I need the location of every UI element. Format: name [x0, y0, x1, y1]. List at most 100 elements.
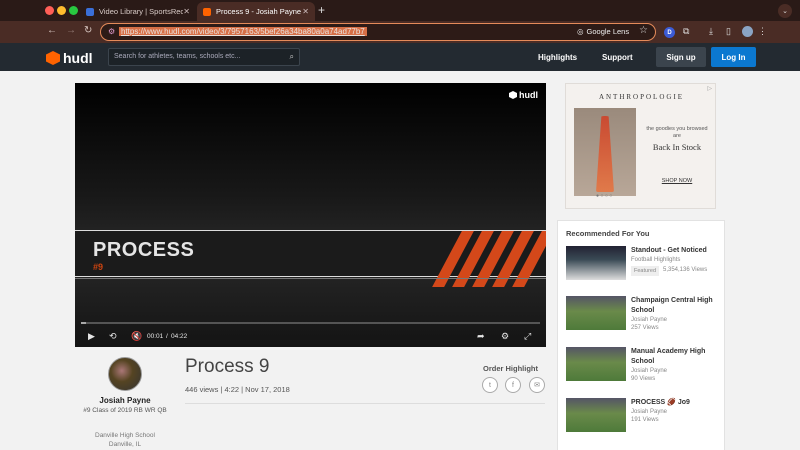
maximize-window-button[interactable]	[69, 6, 78, 15]
reload-icon[interactable]: ↻	[84, 25, 92, 36]
duration: 04:22	[171, 333, 188, 340]
extensions-puzzle-icon[interactable]: ⧉	[683, 26, 689, 37]
athlete-avatar[interactable]	[108, 357, 142, 391]
recommended-item-title[interactable]: Champaign Central High School	[631, 296, 724, 316]
ad-shop-now-link[interactable]: SHOP NOW	[642, 178, 712, 184]
sign-up-button[interactable]: Sign up	[656, 47, 706, 67]
sportsrecruits-favicon-icon	[86, 7, 94, 16]
settings-gear-icon[interactable]: ⚙	[501, 331, 509, 342]
ad-copy: the goodies you browsed are	[646, 126, 708, 139]
recommended-item-views: 5,354,136 Views	[663, 267, 708, 273]
tab-video-library[interactable]: Video Library | SportsRecruits ✕	[80, 2, 196, 21]
bookmark-star-icon[interactable]: ☆	[639, 25, 648, 36]
video-player[interactable]: hudl PROCESS #9 ▶ ⟲ 🔇 00:01 / 04:22 ➦ ⚙ …	[75, 83, 546, 347]
browser-menu-icon[interactable]: ⋮	[758, 26, 767, 37]
ad-brand: ANTHROPOLOGIE	[598, 93, 685, 101]
recommended-item-title[interactable]: Standout - Get Noticed	[631, 246, 724, 256]
hudl-logo-icon	[46, 51, 60, 65]
video-watermark: hudl	[509, 90, 538, 100]
close-window-button[interactable]	[45, 6, 54, 15]
current-time: 00:01	[147, 333, 164, 340]
browser-tab-bar: Video Library | SportsRecruits ✕ Process…	[0, 0, 800, 21]
ad-choices-icon[interactable]: ▷	[707, 85, 712, 92]
nav-support[interactable]: Support	[602, 53, 633, 62]
recommended-item-title[interactable]: Manual Academy High School	[631, 347, 724, 367]
hudl-favicon-icon	[203, 7, 211, 16]
recommended-thumbnail[interactable]	[566, 296, 626, 330]
site-info-icon[interactable]: ⚙	[108, 27, 115, 36]
back-arrow-icon[interactable]: ←	[47, 25, 57, 36]
replay-loop-icon[interactable]: ⟲	[109, 331, 117, 342]
tab-process-9[interactable]: Process 9 - Josiah Payne hig ✕	[197, 2, 315, 21]
log-in-button[interactable]: Log In	[711, 47, 756, 67]
download-icon[interactable]: ⤓	[709, 26, 713, 37]
mute-icon[interactable]: 🔇	[131, 331, 142, 342]
google-lens-button[interactable]: ◎ Google Lens	[577, 27, 629, 36]
recommended-item-subtitle: Josiah Payne	[631, 317, 668, 323]
recommended-item-subtitle: Josiah Payne	[631, 368, 668, 374]
recommended-thumbnail[interactable]	[566, 347, 626, 381]
search-input[interactable]: Search for athletes, teams, schools etc.…	[108, 48, 300, 66]
athlete-name[interactable]: Josiah Payne	[75, 396, 175, 405]
hudl-watermark-icon	[509, 91, 517, 99]
hudl-header: hudl Search for athletes, teams, schools…	[0, 43, 800, 71]
new-tab-icon[interactable]: +	[318, 3, 325, 17]
school-location: Danville, IL	[108, 441, 142, 448]
tab-search-chevron-icon[interactable]: ⌄	[778, 4, 792, 18]
ad-headline: Back In Stock	[652, 142, 702, 152]
video-progress-bar[interactable]	[81, 322, 540, 324]
profile-avatar[interactable]	[742, 26, 753, 37]
browser-toolbar: ← → ↻ ⚙ https://www.hudl.com/video/3/795…	[0, 21, 800, 43]
search-placeholder: Search for athletes, teams, schools etc.…	[114, 53, 241, 60]
side-panel-icon[interactable]: ▯	[726, 26, 731, 37]
banner-title: PROCESS	[93, 239, 195, 261]
fullscreen-icon[interactable]: ⤢	[524, 331, 531, 342]
address-bar[interactable]: ⚙ https://www.hudl.com/video/3/7957163/5…	[100, 23, 656, 41]
facebook-share-icon[interactable]: f	[505, 377, 521, 393]
order-highlight-label[interactable]: Order Highlight	[483, 364, 538, 373]
play-icon[interactable]: ▶	[88, 331, 95, 342]
ad-model-photo	[574, 108, 636, 196]
close-tab-icon[interactable]: ✕	[302, 7, 309, 16]
recommended-item-views: 191 Views	[631, 417, 659, 423]
recommended-thumbnail[interactable]	[566, 246, 626, 280]
title-banner: PROCESS #9	[75, 230, 546, 287]
highlight-meta: 446 views | 4:22 | Nov 17, 2018	[185, 385, 290, 394]
banner-underline	[75, 278, 546, 279]
search-icon[interactable]: ⌕	[290, 52, 294, 62]
recommended-item[interactable]: Manual Academy High School Josiah Payne …	[566, 347, 724, 387]
watermark-text: hudl	[519, 90, 538, 100]
extension-d-icon[interactable]: D	[664, 27, 675, 38]
logo-text: hudl	[63, 50, 93, 66]
email-share-icon[interactable]: ✉	[529, 377, 545, 393]
url-text[interactable]: https://www.hudl.com/video/3/7957163/5be…	[119, 27, 367, 36]
progress-fill	[81, 322, 86, 324]
highlight-title: Process 9	[185, 356, 270, 377]
time-separator: /	[166, 333, 168, 340]
banner-subtitle: #9	[93, 262, 104, 272]
lens-label: Google Lens	[586, 27, 630, 36]
recommended-item[interactable]: PROCESS 🏈 Jo9 Josiah Payne 191 Views	[566, 398, 724, 438]
recommended-title: Recommended For You	[566, 229, 650, 238]
nav-highlights[interactable]: Highlights	[538, 53, 577, 62]
recommended-panel: Recommended For You Standout - Get Notic…	[557, 220, 725, 450]
minimize-window-button[interactable]	[57, 6, 66, 15]
video-frame-background	[75, 83, 546, 243]
recommended-item-title[interactable]: PROCESS 🏈 Jo9	[631, 398, 724, 408]
close-tab-icon[interactable]: ✕	[183, 7, 190, 16]
recommended-item-subtitle: Football Highlights	[631, 257, 681, 263]
twitter-share-icon[interactable]: t	[482, 377, 498, 393]
ad-carousel-dots[interactable]: ● ○ ○ ○	[596, 193, 612, 199]
recommended-item[interactable]: Standout - Get Noticed Football Highligh…	[566, 246, 724, 286]
athlete-class-positions: #9 Class of 2019 RB WR QB	[83, 407, 167, 414]
recommended-item[interactable]: Champaign Central High School Josiah Pay…	[566, 296, 724, 336]
section-divider	[185, 403, 545, 404]
school-name[interactable]: Danville High School	[75, 431, 175, 440]
hudl-logo[interactable]: hudl	[46, 50, 93, 66]
forward-arrow-icon[interactable]: →	[66, 25, 76, 36]
tab-label: Video Library | SportsRecruits	[99, 7, 184, 16]
share-arrow-icon[interactable]: ➦	[477, 331, 485, 342]
recommended-thumbnail[interactable]	[566, 398, 626, 432]
recommended-item-subtitle: Josiah Payne	[631, 409, 668, 415]
advertisement[interactable]: ▷ ANTHROPOLOGIE the goodies you browsed …	[565, 83, 716, 209]
